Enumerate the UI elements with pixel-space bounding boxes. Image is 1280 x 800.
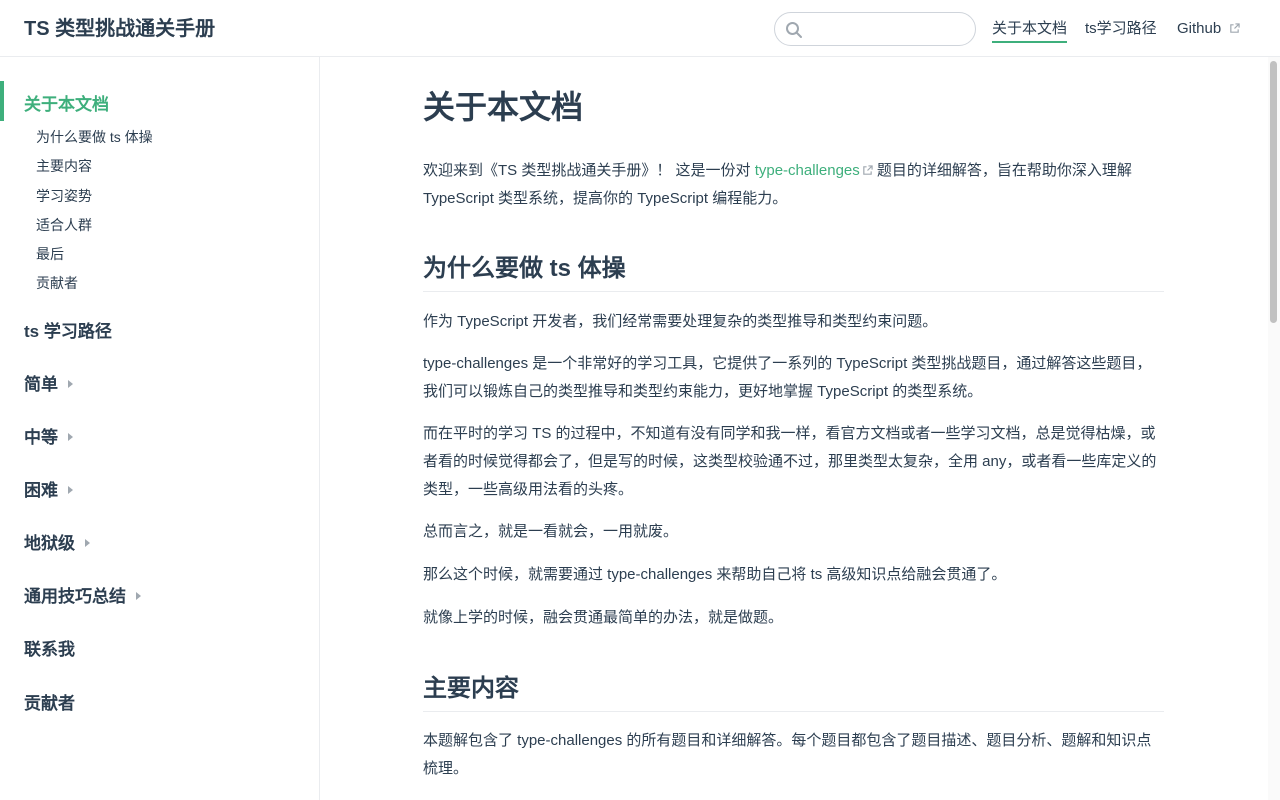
sidebar-item-about-label: 关于本文档 [24, 95, 109, 114]
scrollbar[interactable] [1268, 57, 1280, 800]
section-heading-why: 为什么要做 ts 体操 [423, 253, 1164, 292]
sidebar-group-contact[interactable]: 联系我 [24, 638, 75, 662]
scrollbar-thumb[interactable] [1270, 61, 1277, 323]
sidebar-subitem-final[interactable]: 最后 [36, 244, 64, 264]
sidebar-group-medium[interactable]: 中等 [24, 426, 73, 450]
nav-link-learning-path-label: ts学习路径 [1085, 20, 1157, 37]
sidebar: 关于本文档 为什么要做 ts 体操 主要内容 学习姿势 适合人群 最后 贡献者 … [0, 57, 320, 800]
site-title[interactable]: TS 类型挑战通关手册 [24, 16, 215, 42]
sidebar-group-label: 地狱级 [24, 534, 75, 553]
external-link-icon [1230, 23, 1241, 33]
sidebar-group-easy[interactable]: 简单 [24, 373, 73, 397]
sidebar-subitem-content[interactable]: 主要内容 [36, 156, 92, 176]
page-title: 关于本文档 [423, 89, 584, 125]
navbar: TS 类型挑战通关手册 关于本文档 ts学习路径 Github [0, 0, 1280, 57]
paragraph: 作为 TypeScript 开发者，我们经常需要处理复杂的类型推导和类型约束问题… [423, 313, 938, 330]
sidebar-group-label: 中等 [24, 428, 58, 447]
nav-link-github-label: Github [1177, 20, 1222, 37]
sidebar-subitem-audience[interactable]: 适合人群 [36, 215, 92, 235]
chevron-right-icon [68, 433, 73, 441]
search-icon [786, 22, 802, 38]
sidebar-group-ts-path[interactable]: ts 学习路径 [24, 320, 112, 344]
search-input[interactable] [809, 19, 967, 39]
chevron-right-icon [68, 486, 73, 494]
paragraph: 总而言之，就是一看就会，一用就废。 [423, 523, 679, 540]
type-challenges-link[interactable]: type-challenges [755, 162, 873, 179]
sidebar-group-label: 联系我 [24, 640, 75, 659]
nav-link-github[interactable]: Github [1177, 18, 1241, 40]
search-box[interactable] [774, 12, 976, 46]
type-challenges-link-label: type-challenges [754, 162, 860, 179]
chevron-right-icon [85, 539, 90, 547]
sidebar-subitem-learning[interactable]: 学习姿势 [36, 186, 92, 206]
sidebar-group-label: 困难 [24, 481, 58, 500]
paragraph: 就像上学的时候，融会贯通最简单的办法，就是做题。 [423, 609, 784, 626]
main-content: 关于本文档 欢迎来到《TS 类型挑战通关手册》！ 这是一份对 type-chal… [320, 57, 1268, 800]
sidebar-group-label: 通用技巧总结 [24, 587, 126, 606]
nav-link-about-label: 关于本文档 [992, 20, 1068, 37]
sidebar-group-tips[interactable]: 通用技巧总结 [24, 585, 141, 609]
sidebar-subitem-why[interactable]: 为什么要做 ts 体操 [36, 127, 153, 147]
sidebar-group-hard[interactable]: 困难 [24, 479, 73, 503]
sidebar-group-label: 贡献者 [24, 694, 75, 713]
sidebar-group-label: 简单 [24, 375, 58, 394]
sidebar-group-label: ts 学习路径 [24, 322, 112, 341]
sidebar-group-contributors[interactable]: 贡献者 [24, 692, 75, 716]
section-heading-content: 主要内容 [423, 673, 1164, 712]
sidebar-group-extreme[interactable]: 地狱级 [24, 532, 90, 556]
sidebar-subitem-contributors[interactable]: 贡献者 [36, 273, 78, 293]
sidebar-item-about[interactable]: 关于本文档 [0, 81, 319, 121]
paragraph: 那么这个时候，就需要通过 type-challenges 来帮助自己将 ts 高… [423, 566, 1007, 583]
nav-link-learning-path[interactable]: ts学习路径 [1085, 18, 1157, 40]
paragraph: type-challenges 是一个非常好的学习工具，它提供了一系列的 Typ… [423, 355, 1152, 400]
chevron-right-icon [68, 380, 73, 388]
nav-link-about[interactable]: 关于本文档 [992, 18, 1068, 43]
intro-text-before: 欢迎来到《TS 类型挑战通关手册》！ 这是一份对 [423, 162, 755, 179]
external-link-icon [863, 165, 873, 175]
intro-paragraph: 欢迎来到《TS 类型挑战通关手册》！ 这是一份对 type-challenges… [423, 157, 1164, 213]
paragraph: 而在平时的学习 TS 的过程中，不知道有没有同学和我一样，看官方文档或者一些学习… [423, 425, 1157, 498]
paragraph: 本题解包含了 type-challenges 的所有题目和详细解答。每个题目都包… [423, 732, 1152, 777]
chevron-right-icon [136, 592, 141, 600]
